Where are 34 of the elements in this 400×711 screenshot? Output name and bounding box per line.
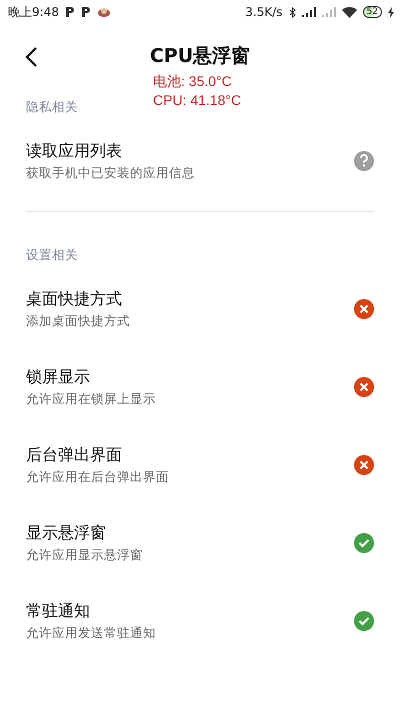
app-notification-icon [96,6,111,18]
overlay-reading: CPU: 41.18°C [153,91,242,110]
battery-icon: 52 [362,6,382,18]
network-speed: 3.5K/s [245,5,283,19]
permission-title: 常驻通知 [26,600,91,622]
permission-title: 显示悬浮窗 [26,522,107,544]
charging-icon [388,6,394,18]
question-icon [353,150,375,172]
notification-icon [64,6,75,18]
permission-title: 后台弹出界面 [26,444,123,466]
section-header: 隐私相关 [26,98,78,116]
permission-title: 读取应用列表 [26,140,123,162]
close-icon [353,376,375,398]
notification-icon [80,6,91,18]
permission-description: 允许应用在锁屏上显示 [26,390,157,408]
permission-description: 允许应用发送常驻通知 [26,624,157,642]
permission-title: 锁屏显示 [26,366,91,388]
bluetooth-icon [288,6,296,18]
section-header: 设置相关 [26,246,78,264]
status-time: 晚上9:48 [8,4,59,20]
permission-description: 允许应用在后台弹出界面 [26,468,170,486]
overlay-reading: 电池: 35.0°C [153,72,233,91]
check-icon [353,532,375,554]
permission-description: 允许应用显示悬浮窗 [26,546,144,564]
check-icon [353,610,375,632]
wifi-icon [342,6,357,18]
permission-title: 桌面快捷方式 [26,288,123,310]
permission-description: 获取手机中已安装的应用信息 [26,164,196,182]
close-icon [353,298,375,320]
permission-description: 添加桌面快捷方式 [26,312,131,330]
signal-icon [322,7,336,17]
page-title: CPU悬浮窗 [150,44,250,69]
signal-icon [302,7,316,17]
close-icon [353,454,375,476]
